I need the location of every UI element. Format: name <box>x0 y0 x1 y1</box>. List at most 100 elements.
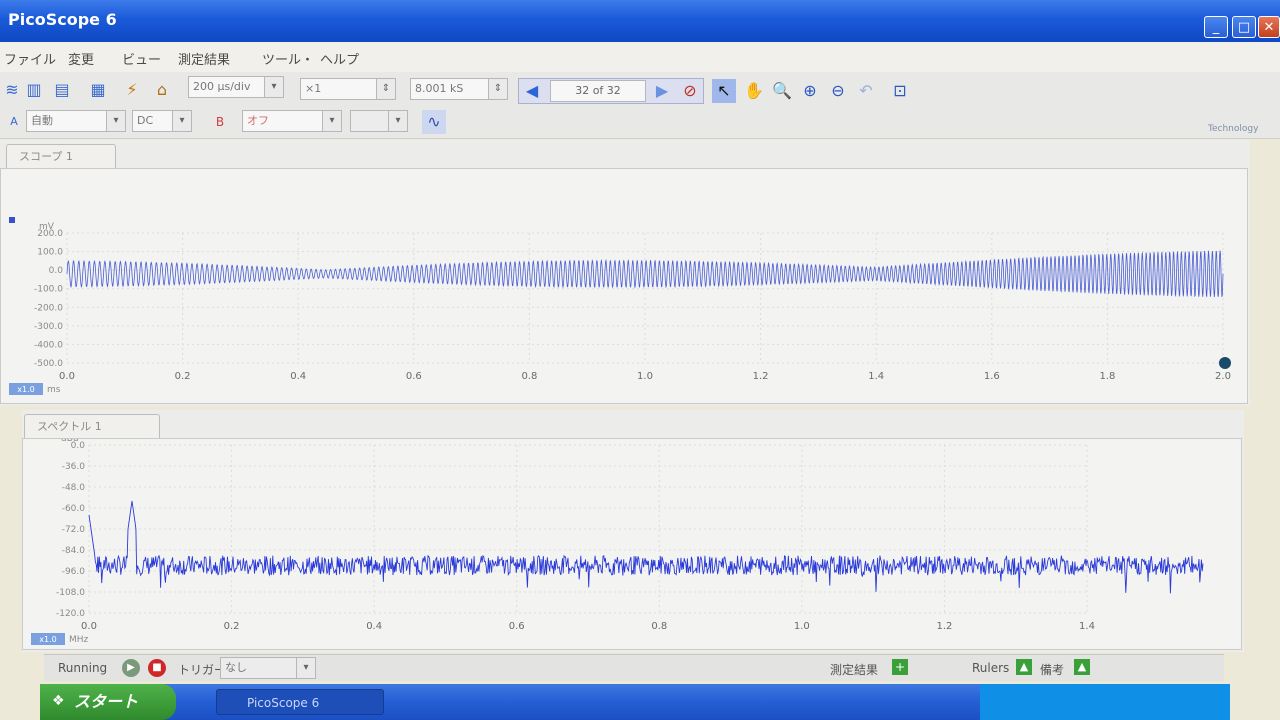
scope-trace <box>66 250 1224 298</box>
y-tick-label: -72.0 <box>62 525 86 535</box>
add-measurement-icon[interactable]: + <box>892 659 908 675</box>
channel-options-icon[interactable]: ≋ <box>0 78 24 102</box>
notes-icon[interactable]: ▲ <box>1074 659 1090 675</box>
ruler-badge-label: x1.0 <box>39 635 56 644</box>
zoom-fit-icon[interactable]: ⊡ <box>888 79 912 103</box>
multiplier-value: ×1 <box>305 82 322 95</box>
scope-waveform-chart: 0.0 0.2 0.4 0.6 0.8 1.0 1.2 1.4 1.6 1.8 2.0200.010… <box>9 217 1231 395</box>
y-unit-label: dBu <box>61 439 79 444</box>
toolbar: ≋ ▥ ▤ ▦ ⚡ ⌂ 200 µs/div ▾ ×1 ⇕ 8.001 kS ⇕… <box>0 72 1280 187</box>
channel-marker <box>9 217 15 223</box>
next-buffer-icon[interactable]: ▶ <box>650 79 674 103</box>
y-tick-label: -400.0 <box>34 340 63 350</box>
y-tick-label: -96.0 <box>62 567 86 577</box>
trigger-waveform-icon[interactable]: ∿ <box>422 110 446 134</box>
spectrum-trace <box>88 500 1204 594</box>
y-tick-label: 0.0 <box>49 266 64 276</box>
y-tick-label: -100.0 <box>34 285 63 295</box>
close-button[interactable]: ✕ <box>1258 16 1280 38</box>
system-tray <box>980 684 1230 720</box>
notes-label: 備考 <box>1040 663 1065 677</box>
scope-plot-area: 0.0 0.2 0.4 0.6 0.8 1.0 1.2 1.4 1.6 1.8 2.0 200.0 10… <box>0 168 1248 404</box>
x-tick-label: 1.4 <box>1079 621 1095 632</box>
x-tick-label: 0.0 <box>81 621 97 632</box>
taskbar-item-picoscope[interactable]: PicoScope 6 <box>216 689 384 715</box>
tab-scope-1[interactable]: スコープ 1 <box>6 144 116 168</box>
spectrum-mode-icon[interactable]: ▤ <box>50 78 74 102</box>
window-title: PicoScope 6 <box>8 10 117 29</box>
measurements-label: 測定結果 <box>830 663 879 677</box>
start-icon[interactable]: ▶ <box>122 659 140 677</box>
title-bar: PicoScope 6 _ □ ✕ <box>0 0 1280 42</box>
persistence-icon[interactable]: ▦ <box>86 78 110 102</box>
spectrum-plot-area: 0.0 0.2 0.4 0.6 0.8 1.0 1.2 1.4 0.0 -36.0 -48.0 -60… <box>22 429 1242 650</box>
previous-buffer-icon[interactable]: ◀ <box>520 79 544 103</box>
chevron-down-icon: ▾ <box>106 111 125 131</box>
menu-edit[interactable]: 変更 <box>68 49 94 68</box>
channel-a-range-select[interactable]: 自動 ▾ <box>26 110 126 132</box>
x-tick-label: 1.0 <box>794 621 810 632</box>
x-tick-label: 0.6 <box>406 371 422 382</box>
taskbar: スタート ❖ PicoScope 6 <box>40 684 1230 720</box>
probe-icon[interactable]: ⚡ <box>120 78 144 102</box>
stop-icon[interactable]: ■ <box>148 659 166 677</box>
y-tick-label: -48.0 <box>62 483 86 493</box>
home-icon[interactable]: ⌂ <box>150 78 174 102</box>
menu-help[interactable]: ヘルプ <box>320 49 359 68</box>
app-window: PicoScope 6 _ □ ✕ ファイル 変更 ビュー 測定結果 ツール・ … <box>0 0 1280 720</box>
zoom-box-icon[interactable]: 🔍 <box>770 79 794 103</box>
spectrum-chart: 0.0 0.2 0.4 0.6 0.8 1.0 1.2 1.40.0-36.0-48.0-60… <box>31 429 1204 645</box>
trigger-mode-select[interactable]: なし ▾ <box>220 657 316 679</box>
x-tick-label: 1.4 <box>868 371 884 382</box>
windows-logo-icon: ❖ <box>52 693 65 709</box>
y-tick-label: -108.0 <box>56 588 85 598</box>
timebase-select[interactable]: 200 µs/div ▾ <box>188 76 284 98</box>
buffer-position: 32 of 32 <box>550 80 646 102</box>
y-tick-label: 100.0 <box>37 248 63 258</box>
chevron-down-icon: ▾ <box>296 658 315 678</box>
channel-b-coupling-select[interactable]: ▾ <box>350 110 408 132</box>
rulers-icon[interactable]: ▲ <box>1016 659 1032 675</box>
trigger-label: トリガー <box>178 663 227 677</box>
channel-b-range-select[interactable]: オフ ▾ <box>242 110 342 132</box>
scope-mode-icon[interactable]: ▥ <box>22 78 46 102</box>
channel-a-icon: A <box>10 115 18 128</box>
channel-b-state: オフ <box>247 114 269 127</box>
status-bar: Running ▶ ■ トリガー なし ▾ 測定結果 + Rulers ▲ 備考… <box>44 654 1224 681</box>
minimize-button[interactable]: _ <box>1204 16 1228 38</box>
maximize-button[interactable]: □ <box>1232 16 1256 38</box>
stepper-arrows-icon: ⇕ <box>488 79 507 99</box>
menu-view[interactable]: ビュー <box>122 49 161 68</box>
channel-a-coupling-value: DC <box>137 114 154 127</box>
samples-value: 8.001 kS <box>415 82 464 95</box>
start-label: スタート <box>74 692 139 711</box>
menu-bar: ファイル 変更 ビュー 測定結果 ツール・ ヘルプ <box>0 42 1280 73</box>
samples-stepper[interactable]: 8.001 kS ⇕ <box>410 78 508 100</box>
x-tick-label: 2.0 <box>1215 371 1231 382</box>
zoom-multiplier-stepper[interactable]: ×1 ⇕ <box>300 78 396 100</box>
chevron-down-icon: ▾ <box>388 111 407 131</box>
x-tick-label: 0.0 <box>59 371 75 382</box>
menu-file[interactable]: ファイル <box>4 49 56 68</box>
channel-a-coupling-select[interactable]: DC ▾ <box>132 110 192 132</box>
trigger-marker-icon <box>1219 357 1231 369</box>
pico-logo-subtitle: Technology <box>1208 124 1259 134</box>
channel-b-label: B <box>215 115 225 129</box>
buffer-navigator-icon[interactable]: ⊘ <box>678 79 702 103</box>
zoom-in-icon[interactable]: ⊕ <box>798 79 822 103</box>
x-tick-label: 0.2 <box>175 371 191 382</box>
hand-tool-icon[interactable]: ✋ <box>742 79 766 103</box>
pointer-tool-icon[interactable]: ↖ <box>712 79 736 103</box>
zoom-out-icon[interactable]: ⊖ <box>826 79 850 103</box>
y-tick-label: -500.0 <box>34 359 63 369</box>
rulers-label: Rulers <box>972 661 1010 675</box>
buffer-position-value: 32 of 32 <box>575 84 621 97</box>
menu-measurements[interactable]: 測定結果 <box>178 49 230 68</box>
x-unit-label: MHz <box>69 635 89 645</box>
x-tick-label: 1.8 <box>1099 371 1115 382</box>
undo-zoom-icon[interactable]: ↶ <box>854 79 878 103</box>
menu-tools[interactable]: ツール・ <box>262 49 314 68</box>
tab-spectrum-1[interactable]: スペクトル 1 <box>24 414 160 438</box>
timebase-value: 200 µs/div <box>193 80 251 93</box>
taskbar-item-label: PicoScope 6 <box>247 696 320 710</box>
